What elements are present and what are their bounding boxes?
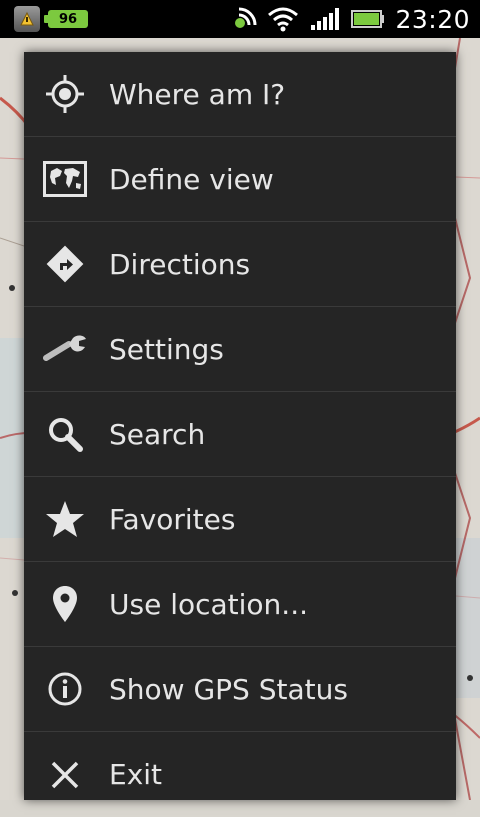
location-pin-icon (42, 581, 88, 627)
menu-item-label: Settings (109, 332, 224, 366)
menu-item-label: Use location... (109, 587, 309, 621)
menu-item-label: Exit (109, 758, 163, 791)
battery-level-icon: 96 (44, 10, 88, 28)
menu-item-label: Search (109, 417, 206, 451)
menu-item-where-am-i[interactable]: Where am I? (24, 52, 456, 137)
world-map-icon (42, 156, 88, 202)
menu-item-exit[interactable]: Exit (24, 732, 456, 817)
menu-item-search[interactable]: Search (24, 392, 456, 477)
menu-item-use-location[interactable]: Use location... (24, 562, 456, 647)
menu-item-show-gps-status[interactable]: Show GPS Status (24, 647, 456, 732)
menu-item-settings[interactable]: Settings (24, 307, 456, 392)
battery-icon (351, 10, 385, 28)
menu-item-label: Favorites (109, 502, 236, 536)
menu-item-label: Define view (109, 162, 274, 196)
nfc-icon (235, 7, 257, 28)
search-icon (42, 411, 88, 457)
directions-icon (42, 241, 88, 287)
menu-item-directions[interactable]: Directions (24, 222, 456, 307)
wifi-icon (268, 7, 299, 32)
menu-item-favorites[interactable]: Favorites (24, 477, 456, 562)
star-icon (42, 496, 88, 542)
wrench-icon (42, 326, 88, 372)
app-notification-icon[interactable] (14, 6, 40, 32)
menu-item-define-view[interactable]: Define view (24, 137, 456, 222)
close-icon (42, 752, 88, 798)
info-icon (42, 666, 88, 712)
signal-icon (311, 8, 340, 30)
menu-item-label: Show GPS Status (109, 672, 348, 706)
menu-item-label: Where am I? (109, 77, 286, 111)
battery-level-text: 96 (58, 11, 78, 27)
status-bar: 96 23:20 (0, 0, 480, 38)
clock: 23:20 (395, 4, 470, 34)
menu-item-label: Directions (109, 247, 251, 281)
options-menu: Where am I? Define view Directions Setti… (24, 52, 456, 800)
crosshair-icon (42, 71, 88, 117)
